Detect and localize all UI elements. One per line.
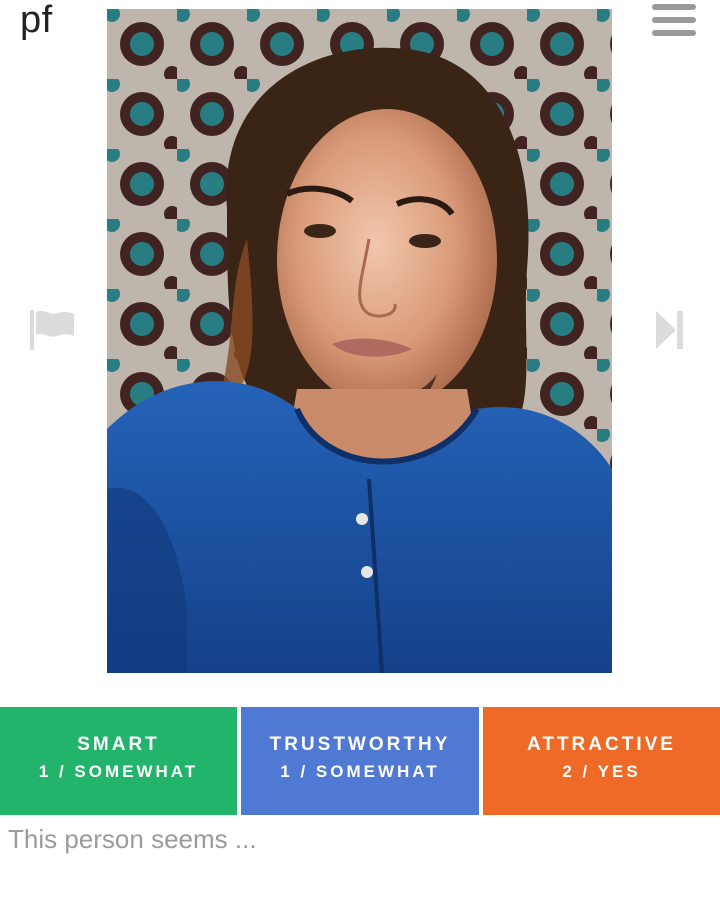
skip-next-icon[interactable]: [654, 309, 686, 351]
rating-label: TRUSTWORTHY: [269, 734, 451, 755]
rating-value: 1 / SOMEWHAT: [38, 762, 199, 781]
menu-bar: [652, 17, 696, 23]
menu-bar: [652, 4, 696, 10]
rating-bar: SMART 1 / SOMEWHAT TRUSTWORTHY 1 / SOMEW…: [0, 707, 720, 815]
rate-attractive-button[interactable]: ATTRACTIVE 2 / YES: [483, 707, 720, 815]
page: pf SMART 1 / SOMEWHAT TRUSTWORTHY 1 / SO…: [0, 0, 720, 898]
rating-label: ATTRACTIVE: [527, 734, 676, 755]
rating-label: SMART: [77, 734, 160, 755]
app-logo[interactable]: pf: [20, 0, 53, 40]
profile-photo: [107, 9, 612, 673]
rating-value: 1 / SOMEWHAT: [280, 762, 440, 781]
menu-bar: [652, 30, 696, 36]
rate-smart-button[interactable]: SMART 1 / SOMEWHAT: [0, 707, 237, 815]
rating-value: 2 / YES: [562, 762, 641, 781]
flag-icon[interactable]: [28, 308, 76, 352]
rate-trustworthy-button[interactable]: TRUSTWORTHY 1 / SOMEWHAT: [241, 707, 479, 815]
hamburger-menu-icon[interactable]: [652, 4, 698, 38]
prompt-text: This person seems ...: [8, 824, 257, 854]
